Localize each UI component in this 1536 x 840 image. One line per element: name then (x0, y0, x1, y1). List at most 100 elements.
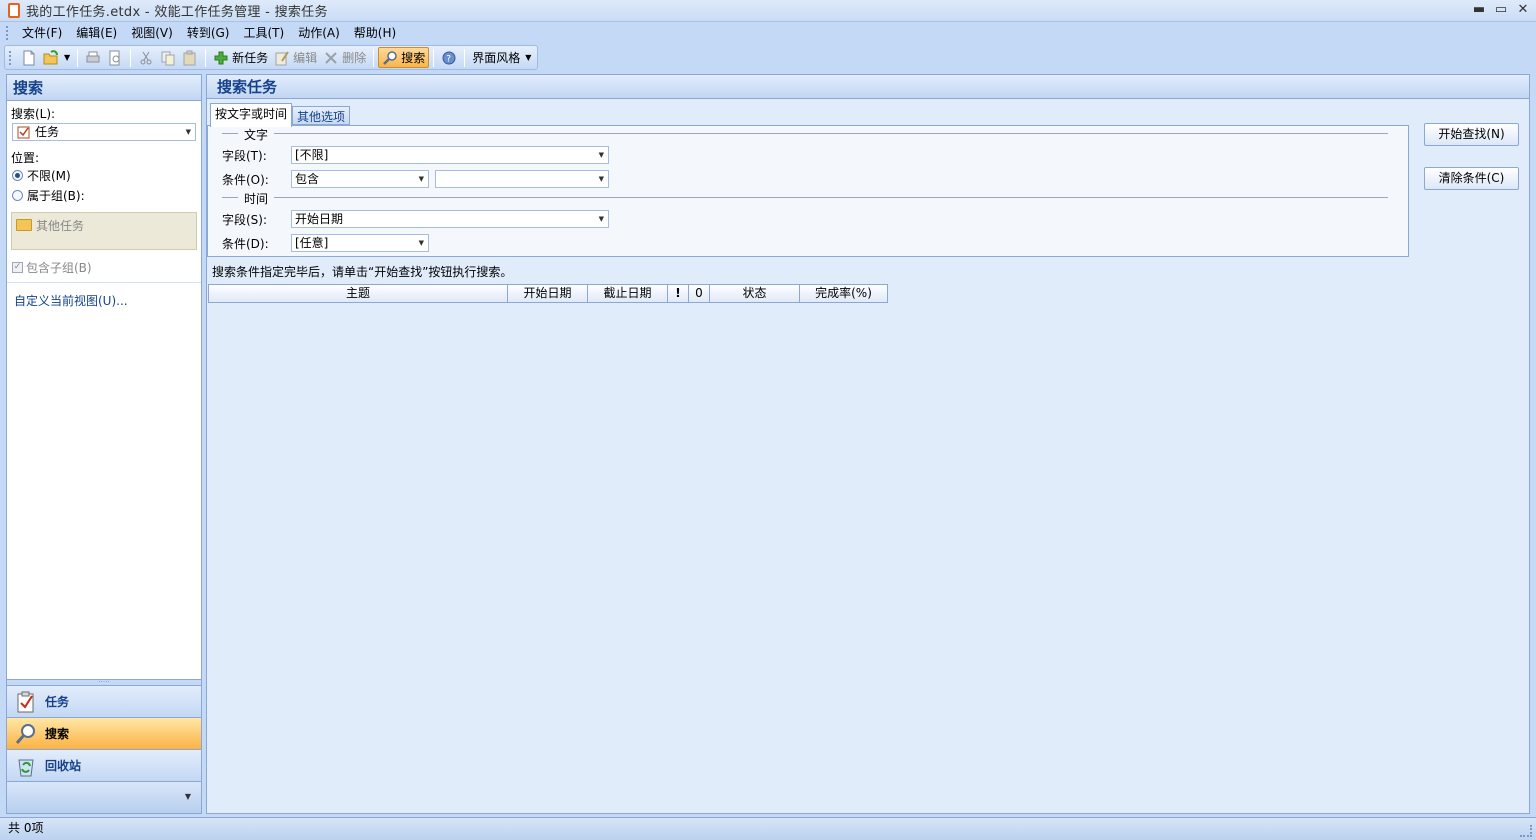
time-cond-value: [任意] (295, 236, 329, 250)
new-task-label: 新任务 (232, 51, 269, 65)
nav-tasks-label: 任务 (45, 695, 70, 709)
radio-in-group[interactable]: 属于组(B): (12, 187, 85, 204)
print-preview-button[interactable] (104, 47, 126, 68)
skin-button[interactable]: 界面风格 ▼ (469, 47, 534, 68)
chevron-down-icon: ▼ (184, 792, 191, 801)
column-attachment[interactable]: 0 (689, 285, 710, 302)
tab-text-time[interactable]: 按文字或时间 (210, 103, 293, 127)
title-bar: 我的工作任务.etdx - 效能工作任务管理 - 搜索任务 ▬ ▭ ✕ (0, 0, 1536, 22)
results-grid-header: 主题 开始日期 截止日期 ! 0 状态 完成率(%) (208, 284, 888, 303)
menu-file[interactable]: 文件(F) (15, 23, 69, 43)
open-folder-icon (43, 49, 59, 66)
minimize-button[interactable]: ▬ (1472, 2, 1486, 18)
paste-icon (182, 50, 198, 66)
delete-icon (323, 50, 339, 66)
search-scope-value: 任务 (35, 125, 60, 139)
nav-recycle[interactable]: 回收站 (7, 749, 201, 781)
column-due-date[interactable]: 截止日期 (588, 285, 668, 302)
radio-any-location[interactable]: 不限(M) (12, 167, 71, 184)
svg-text:?: ? (446, 54, 451, 64)
chevron-down-icon: ▼ (598, 151, 604, 159)
menu-edit[interactable]: 编辑(E) (69, 23, 124, 43)
task-icon (17, 125, 31, 143)
time-cond-select[interactable]: [任意] ▼ (291, 234, 429, 252)
cut-button[interactable] (135, 47, 157, 68)
menu-view[interactable]: 视图(V) (124, 23, 180, 43)
radio-selected-icon (12, 170, 23, 181)
clear-criteria-button[interactable]: 清除条件(C) (1424, 167, 1519, 190)
main-pane: 搜索任务 按文字或时间 其他选项 文字 字段(T): [不限] ▼ 条件(O):… (206, 74, 1530, 814)
plus-icon (213, 50, 229, 66)
window-title: 我的工作任务.etdx - 效能工作任务管理 - 搜索任务 (26, 5, 328, 20)
group-list: 其他任务 (11, 212, 197, 250)
time-cond-label: 条件(D): (222, 237, 269, 251)
menu-goto[interactable]: 转到(G) (180, 23, 237, 43)
nav-recycle-label: 回收站 (45, 759, 82, 773)
text-cond-value: 包含 (295, 172, 320, 186)
new-file-button[interactable] (18, 47, 40, 68)
pencil-icon (274, 50, 290, 66)
status-bar: 共 0项 (0, 817, 1536, 840)
paste-button[interactable] (179, 47, 201, 68)
help-button[interactable]: ? (438, 47, 460, 68)
search-icon (382, 50, 398, 66)
print-button[interactable] (82, 47, 104, 68)
nav-search-label: 搜索 (45, 727, 70, 741)
menu-actions[interactable]: 动作(A) (291, 23, 347, 43)
checkbox-checked-icon: ✓ (12, 262, 23, 273)
column-priority[interactable]: ! (668, 285, 689, 302)
column-percent-complete[interactable]: 完成率(%) (800, 285, 887, 302)
menu-grip[interactable] (6, 26, 9, 40)
new-file-icon (21, 50, 37, 66)
column-status[interactable]: 状态 (710, 285, 800, 302)
left-pane: 搜索 搜索(L): 任务 ▼ 位置: 不限(M) 属于组(B): 其他任务 ✓ … (6, 74, 202, 814)
copy-icon (160, 50, 176, 66)
copy-button[interactable] (157, 47, 179, 68)
search-criteria-panel: 文字 字段(T): [不限] ▼ 条件(O): 包含 ▼ ▼ 时间 字段(S):… (207, 125, 1409, 257)
location-label: 位置: (11, 151, 40, 165)
skin-label: 界面风格 (472, 51, 521, 65)
chevron-down-icon: ▼ (185, 128, 191, 136)
chevron-down-icon: ▼ (598, 175, 604, 183)
nav-config-bar[interactable]: ▼ (7, 781, 201, 813)
scissors-icon (138, 50, 154, 66)
search-scope-select[interactable]: 任务 ▼ (12, 123, 196, 141)
folder-icon (16, 219, 32, 231)
nav-search[interactable]: 搜索 (7, 717, 201, 749)
delete-button[interactable]: 删除 (320, 47, 369, 68)
tab-other-options[interactable]: 其他选项 (292, 106, 351, 125)
search-icon (15, 723, 37, 745)
left-pane-title: 搜索 (7, 75, 201, 101)
new-task-button[interactable]: 新任务 (210, 47, 271, 68)
chevron-down-icon: ▼ (418, 239, 424, 247)
include-subgroups-checkbox: ✓ 包含子组(B) (12, 259, 92, 276)
text-value-input[interactable]: ▼ (435, 170, 609, 188)
text-field-value: [不限] (295, 148, 329, 162)
item-count: 共 0项 (8, 821, 44, 835)
column-start-date[interactable]: 开始日期 (508, 285, 588, 302)
column-subject[interactable]: 主题 (209, 285, 508, 302)
menu-help[interactable]: 帮助(H) (347, 23, 403, 43)
search-toggle-button[interactable]: 搜索 (378, 47, 430, 68)
restore-button[interactable]: ▭ (1494, 2, 1508, 18)
chevron-down-icon: ▼ (64, 53, 71, 62)
toolbar-grip[interactable] (9, 50, 12, 65)
custom-view-link[interactable]: 自定义当前视图(U)... (14, 292, 128, 309)
menu-tools[interactable]: 工具(T) (236, 23, 291, 43)
printer-icon (85, 50, 101, 66)
group-item-other-tasks: 其他任务 (36, 219, 85, 233)
time-field-select[interactable]: 开始日期 ▼ (291, 210, 609, 228)
radio-unselected-icon (12, 190, 23, 201)
open-button[interactable]: ▼ (40, 47, 73, 68)
start-search-button[interactable]: 开始查找(N) (1424, 123, 1519, 146)
close-button[interactable]: ✕ (1516, 2, 1530, 18)
text-cond-select[interactable]: 包含 ▼ (291, 170, 429, 188)
main-pane-title: 搜索任务 (207, 75, 1529, 99)
resize-grip-icon[interactable] (1520, 825, 1532, 837)
edit-button[interactable]: 编辑 (271, 47, 320, 68)
text-field-select[interactable]: [不限] ▼ (291, 146, 609, 164)
radio-any-label: 不限(M) (27, 169, 71, 183)
nav-tasks[interactable]: 任务 (7, 685, 201, 717)
toolbar: ▼ 新任务 编辑 删除 搜索 ? 界面风格 ▼ (4, 45, 538, 70)
text-cond-label: 条件(O): (222, 173, 269, 187)
